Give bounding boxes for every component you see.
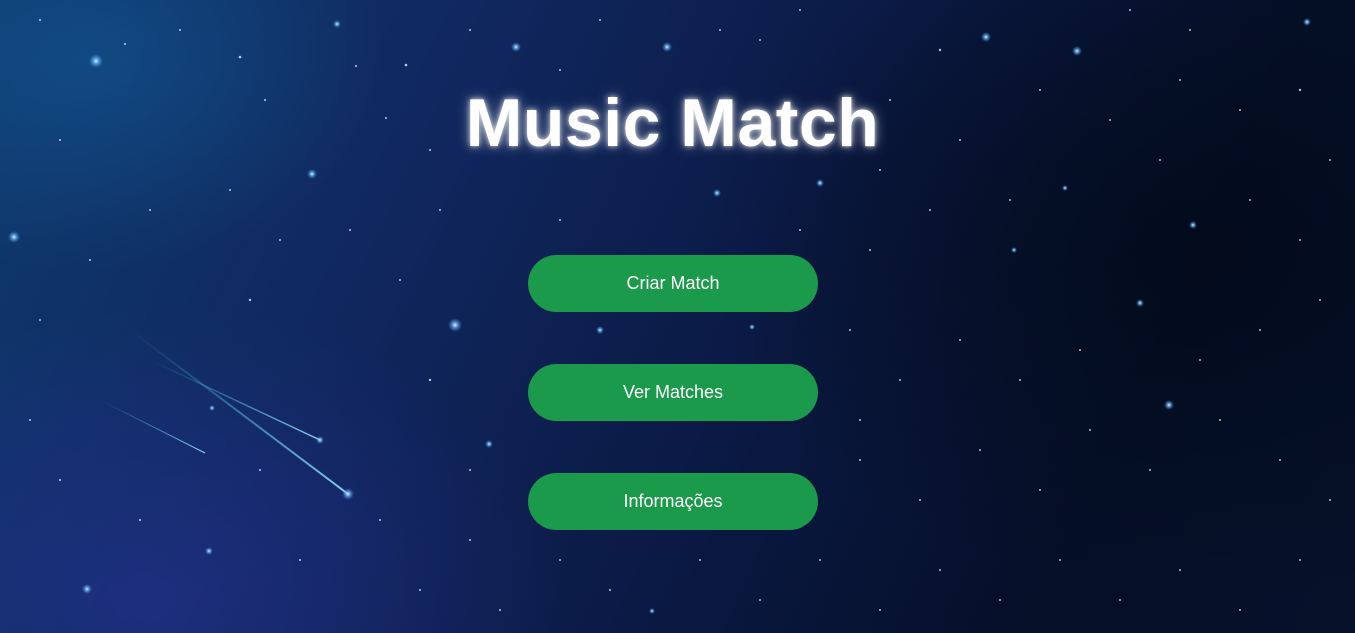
page-title: Music Match <box>465 85 880 161</box>
ver-matches-button[interactable]: Ver Matches <box>528 364 818 421</box>
shooting-stars <box>99 329 354 500</box>
informacoes-button[interactable]: Informações <box>528 473 818 530</box>
criar-match-button[interactable]: Criar Match <box>528 255 818 312</box>
